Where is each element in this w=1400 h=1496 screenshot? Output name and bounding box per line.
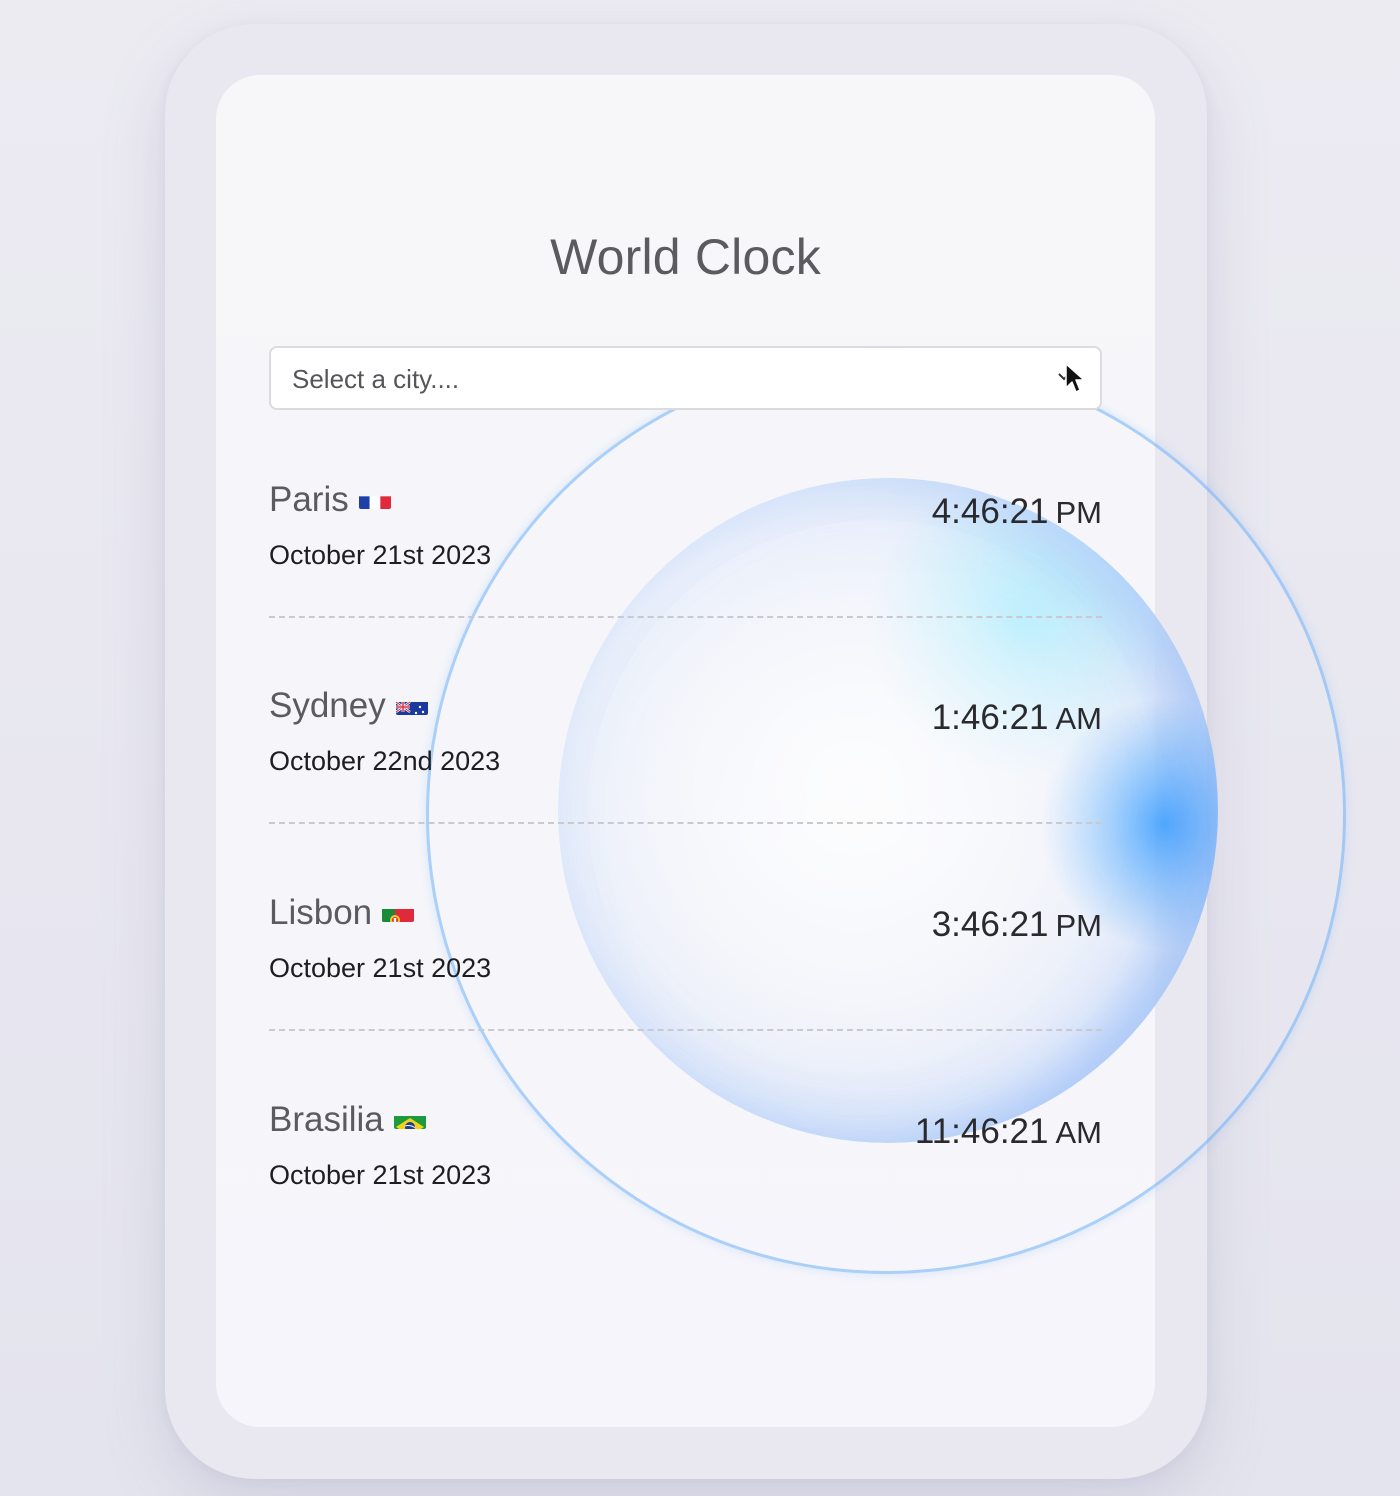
mouse-cursor-icon bbox=[1065, 363, 1085, 393]
time-value: 11:46:21 bbox=[914, 1112, 1049, 1151]
city-name: Lisbon bbox=[269, 893, 373, 932]
divider bbox=[269, 822, 1102, 824]
city-name: Paris bbox=[269, 480, 349, 519]
portugal-flag-icon bbox=[382, 900, 415, 922]
time-value: 3:46:21 bbox=[931, 905, 1049, 944]
france-flag-icon bbox=[358, 487, 391, 509]
city-date: October 22nd 2023 bbox=[269, 746, 501, 776]
city-time: 1:46:21 AM bbox=[932, 698, 1102, 738]
city-time: 4:46:21 PM bbox=[932, 492, 1102, 532]
city-row-paris[interactable]: Paris October 21st 2023 4:46:21 PM bbox=[269, 480, 1102, 620]
time-value: 4:46:21 bbox=[931, 492, 1049, 531]
city-date: October 21st 2023 bbox=[269, 953, 492, 983]
city-select-dropdown[interactable]: Select a city.... bbox=[269, 346, 1102, 410]
time-period: PM bbox=[1055, 908, 1103, 943]
city-date: October 21st 2023 bbox=[269, 1160, 492, 1190]
australia-flag-icon bbox=[395, 693, 428, 715]
city-row-sydney[interactable]: Sydney October 22nd 2023 1:46:21 AM bbox=[269, 686, 1102, 826]
time-period: AM bbox=[1055, 701, 1103, 736]
city-date: October 21st 2023 bbox=[269, 540, 492, 570]
time-period: PM bbox=[1055, 495, 1103, 530]
divider bbox=[269, 616, 1102, 618]
city-time: 3:46:21 PM bbox=[932, 905, 1102, 945]
city-time: 11:46:21 AM bbox=[915, 1112, 1102, 1152]
page-title: World Clock bbox=[550, 229, 821, 285]
time-value: 1:46:21 bbox=[931, 698, 1049, 737]
city-name: Brasilia bbox=[269, 1100, 384, 1139]
city-row-lisbon[interactable]: Lisbon October 21st 2023 3:46:21 PM bbox=[269, 893, 1102, 1033]
brazil-flag-icon bbox=[393, 1107, 426, 1129]
city-name: Sydney bbox=[269, 686, 386, 725]
city-row-brasilia[interactable]: Brasilia October 21st 2023 11:46:21 AM bbox=[269, 1100, 1102, 1240]
city-select-placeholder: Select a city.... bbox=[292, 364, 460, 394]
divider bbox=[269, 1029, 1102, 1031]
time-period: AM bbox=[1055, 1115, 1103, 1150]
